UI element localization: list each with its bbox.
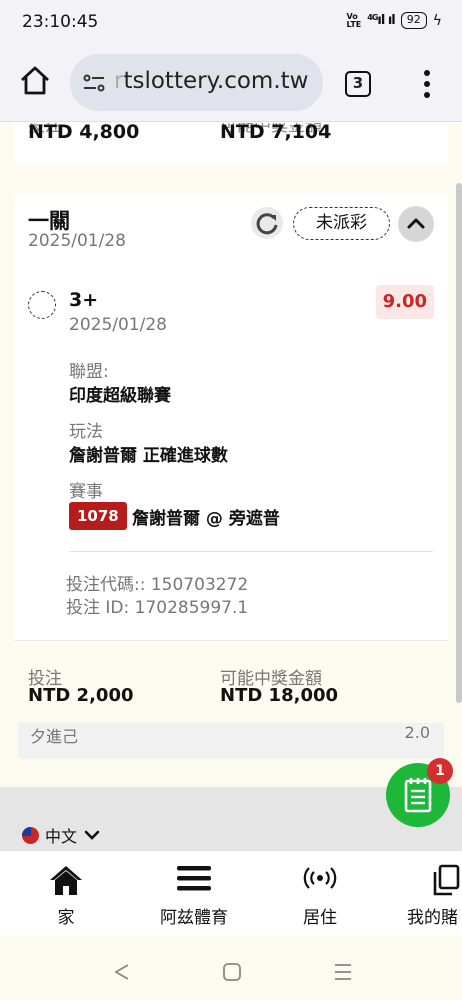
home-icon[interactable] [18,64,52,98]
event-label: 賽事 [69,482,103,502]
chevron-down-icon [84,830,100,840]
status-bar: 23:10:45 Vo LTE 4Gıl ıl 92 ϟ [0,0,462,44]
volte-icon: Vo LTE [346,11,362,29]
payout-value: NTD 18,000 [220,685,339,706]
home-icon [50,866,82,895]
nav-home-label: 家 [57,908,75,928]
partial-value: 2.0 [404,723,430,742]
bet-id: 投注 ID: 170285997.1 [66,598,249,618]
url-text[interactable]: rtslottery.com.tw [114,68,308,94]
partial-card: 夕進己 2.0 [18,723,444,759]
market-label: 玩法 [69,422,103,442]
previous-bet-card: 投注 可能中獎金額 NTD 4,800 NTD 7,104 [14,123,448,163]
refresh-icon[interactable] [251,207,283,239]
nav-live-label: 居住 [303,908,337,928]
bet-card: 一關 2025/01/28 未派彩 3+ 2025/01/28 9.00 聯盟:… [14,193,448,753]
stake-value: NTD 2,000 [28,685,134,706]
league-label: 聯盟: [69,362,109,382]
selection-name: 3+ [69,289,99,311]
bet-slip-count-badge: 1 [427,758,453,784]
site-settings-icon[interactable] [82,71,106,95]
charging-icon: ϟ [432,12,442,29]
selection-date: 2025/01/28 [69,315,167,335]
address-bar[interactable]: rtslottery.com.tw [70,54,323,111]
language-label: 中文 [45,827,78,846]
status-icons: Vo LTE 4Gıl ıl 92 ϟ [347,12,442,29]
chevron-up-icon[interactable] [398,206,434,242]
status-time: 23:10:45 [22,12,99,32]
page-content: 投注 可能中獎金額 NTD 4,800 NTD 7,104 一關 2025/01… [0,123,462,851]
home-nav-icon[interactable] [222,963,242,981]
odds-badge: 9.00 [375,285,434,319]
battery-icon: 92 [400,12,427,29]
event-code-badge: 1078 [69,502,127,530]
more-menu-icon[interactable] [420,68,434,100]
settlement-status-badge: 未派彩 [293,207,390,240]
copy-icon [433,864,460,896]
event-name: 詹謝普爾 @ 旁遮普 [132,509,280,529]
nav-my-bets-label: 我的賭 [407,908,458,928]
menu-icon [177,866,211,891]
market-value: 詹謝普爾 正確進球數 [69,446,228,466]
language-selector[interactable]: 中文 [22,823,101,847]
prev-payout-value: NTD 7,104 [220,123,332,143]
leg-date: 2025/01/28 [28,231,126,251]
league-value: 印度超級聯賽 [69,386,171,406]
back-icon[interactable] [112,963,132,981]
prev-stake-value: NTD 4,800 [28,123,140,143]
recents-icon[interactable] [333,963,353,981]
nav-my-bets[interactable]: 我的賭 [377,851,462,935]
taiwan-flag-icon [22,826,39,844]
browser-toolbar: rtslottery.com.tw 3 [0,44,462,122]
system-nav-bar [0,935,462,1000]
nav-home[interactable]: 家 [11,851,121,935]
bet-code: 投注代碼:: 150703272 [66,575,249,595]
partial-label: 夕進己 [30,727,79,746]
nav-live[interactable]: 居住 [265,851,375,935]
divider [69,551,433,552]
scrollbar[interactable] [456,183,462,703]
signal-icon: 4Gıl ıl [367,13,395,28]
tab-switcher-button[interactable]: 3 [345,71,371,97]
nav-sports-label: 阿兹體育 [160,908,228,928]
selection-radio[interactable] [28,291,56,319]
bottom-nav: 家 阿兹體育 居住 我的賭 [0,851,462,935]
live-icon [303,867,337,889]
nav-sports[interactable]: 阿兹體育 [139,851,249,935]
